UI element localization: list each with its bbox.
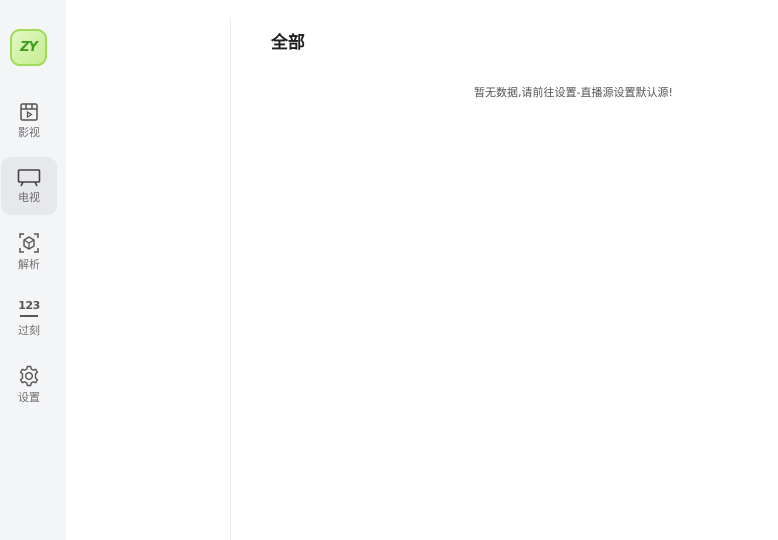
sidebar-item-number[interactable]: 123 过刻 bbox=[1, 290, 57, 348]
parse-icon bbox=[19, 233, 39, 253]
sidebar-item-label: 设置 bbox=[18, 391, 40, 404]
app-window: ZY 影视 电视 解析 123 过刻 设置 全部 暂无数据,请前往设置-直播源设… bbox=[0, 0, 778, 540]
film-icon bbox=[20, 103, 38, 121]
sidebar-rail: ZY 影视 电视 解析 123 过刻 设置 bbox=[0, 0, 66, 540]
sidebar-item-tv[interactable]: 电视 bbox=[1, 157, 57, 215]
sidebar-item-label: 电视 bbox=[18, 191, 40, 204]
sidebar-item-label: 解析 bbox=[18, 258, 40, 271]
sidebar-item-parse[interactable]: 解析 bbox=[1, 222, 57, 280]
sidebar-item-settings[interactable]: 设置 bbox=[1, 355, 57, 413]
number-icon: 123 bbox=[17, 299, 41, 321]
sidebar-item-film[interactable]: 影视 bbox=[1, 92, 57, 150]
logo-text: ZY bbox=[20, 40, 38, 55]
category-column bbox=[66, 0, 230, 540]
sidebar-item-label: 影视 bbox=[18, 126, 40, 139]
sidebar-item-label: 过刻 bbox=[18, 324, 40, 337]
gear-icon bbox=[19, 365, 39, 387]
tv-icon bbox=[17, 169, 41, 187]
empty-state-message: 暂无数据,请前往设置-直播源设置默认源! bbox=[474, 86, 673, 99]
app-logo[interactable]: ZY bbox=[10, 29, 47, 66]
column-divider bbox=[230, 18, 231, 540]
page-title: 全部 bbox=[271, 33, 305, 53]
